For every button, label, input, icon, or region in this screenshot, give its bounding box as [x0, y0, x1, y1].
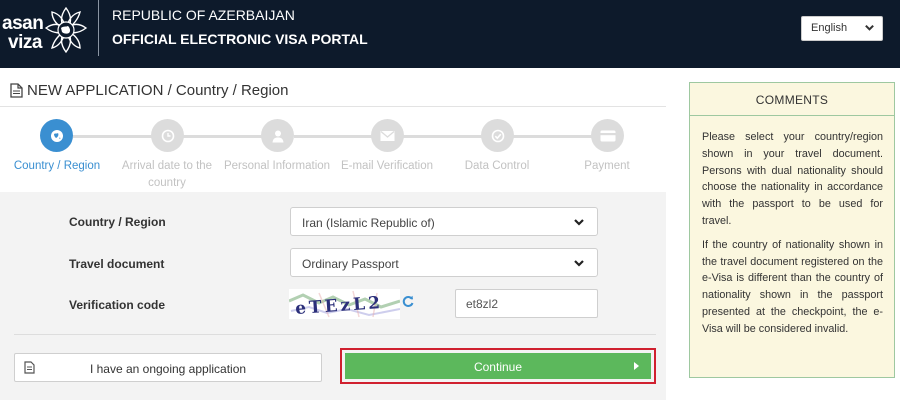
asan-viza-logo[interactable]: asan viza [0, 2, 90, 64]
portal-name: OFFICIAL ELECTRONIC VISA PORTAL [112, 31, 368, 47]
comments-title: COMMENTS [690, 83, 894, 116]
page-title-text: NEW APPLICATION / Country / Region [27, 82, 289, 99]
travel-document-select[interactable]: Ordinary Passport [290, 248, 598, 277]
step-label: Arrival date to the country [121, 160, 213, 189]
page-title: NEW APPLICATION / Country / Region [10, 82, 288, 99]
chevron-down-icon [574, 219, 584, 226]
step-data-control[interactable] [481, 119, 514, 152]
verification-code-label: Verification code [69, 298, 166, 312]
step-label: Country / Region [13, 160, 101, 172]
envelope-icon [380, 130, 395, 141]
form-divider [14, 334, 656, 335]
country-label: Country / Region [69, 215, 166, 229]
comments-paragraph: Please select your country/region shown … [702, 131, 883, 227]
step-payment[interactable] [591, 119, 624, 152]
comments-panel: COMMENTS Please select your country/regi… [689, 82, 895, 378]
step-label: Data Control [464, 160, 530, 172]
globe-icon [50, 129, 63, 142]
language-select[interactable]: English [801, 16, 883, 41]
top-header: asan viza REPUBLIC OF AZERBAIJAN OFFICIA… [0, 0, 900, 68]
comments-body: Please select your country/region shown … [702, 129, 883, 345]
step-arrival-date[interactable] [151, 119, 184, 152]
step-connector [294, 135, 372, 138]
step-email-verification[interactable] [371, 119, 404, 152]
country-value: Iran (Islamic Republic of) [302, 216, 435, 230]
country-select[interactable]: Iran (Islamic Republic of) [290, 207, 598, 236]
refresh-captcha-icon[interactable] [402, 295, 414, 313]
step-label: Payment [584, 160, 630, 172]
step-connector [73, 135, 152, 138]
step-label: E-mail Verification [340, 160, 434, 172]
step-connector [403, 135, 482, 138]
document-icon [10, 83, 23, 98]
travel-document-label: Travel document [69, 257, 165, 271]
continue-button[interactable]: Continue [345, 353, 651, 379]
step-connector [513, 135, 592, 138]
comments-paragraph: If the country of nationality shown in t… [702, 238, 883, 335]
step-connector [183, 135, 263, 138]
captcha-image: eTEzL2 [289, 289, 400, 319]
header-divider [98, 0, 99, 56]
title-divider [0, 106, 666, 107]
step-label: Personal Information [223, 160, 331, 172]
globe-logo-icon [44, 6, 88, 54]
chevron-down-icon [574, 260, 584, 267]
logo-text: asan viza [2, 13, 44, 53]
step-country-region[interactable] [40, 119, 73, 152]
travel-document-value: Ordinary Passport [302, 257, 399, 271]
ongoing-application-label: I have an ongoing application [89, 362, 247, 376]
person-icon [272, 130, 283, 142]
clock-icon [161, 129, 174, 142]
caret-right-icon [634, 362, 639, 370]
chevron-down-icon [865, 24, 874, 31]
verification-code-input[interactable] [455, 289, 598, 318]
check-icon [491, 129, 504, 142]
country-name: REPUBLIC OF AZERBAIJAN [112, 7, 295, 23]
language-value: English [811, 22, 848, 34]
step-personal-information[interactable] [261, 119, 294, 152]
ongoing-application-button[interactable]: I have an ongoing application [14, 353, 322, 382]
continue-label: Continue [473, 360, 523, 374]
credit-card-icon [600, 130, 615, 141]
